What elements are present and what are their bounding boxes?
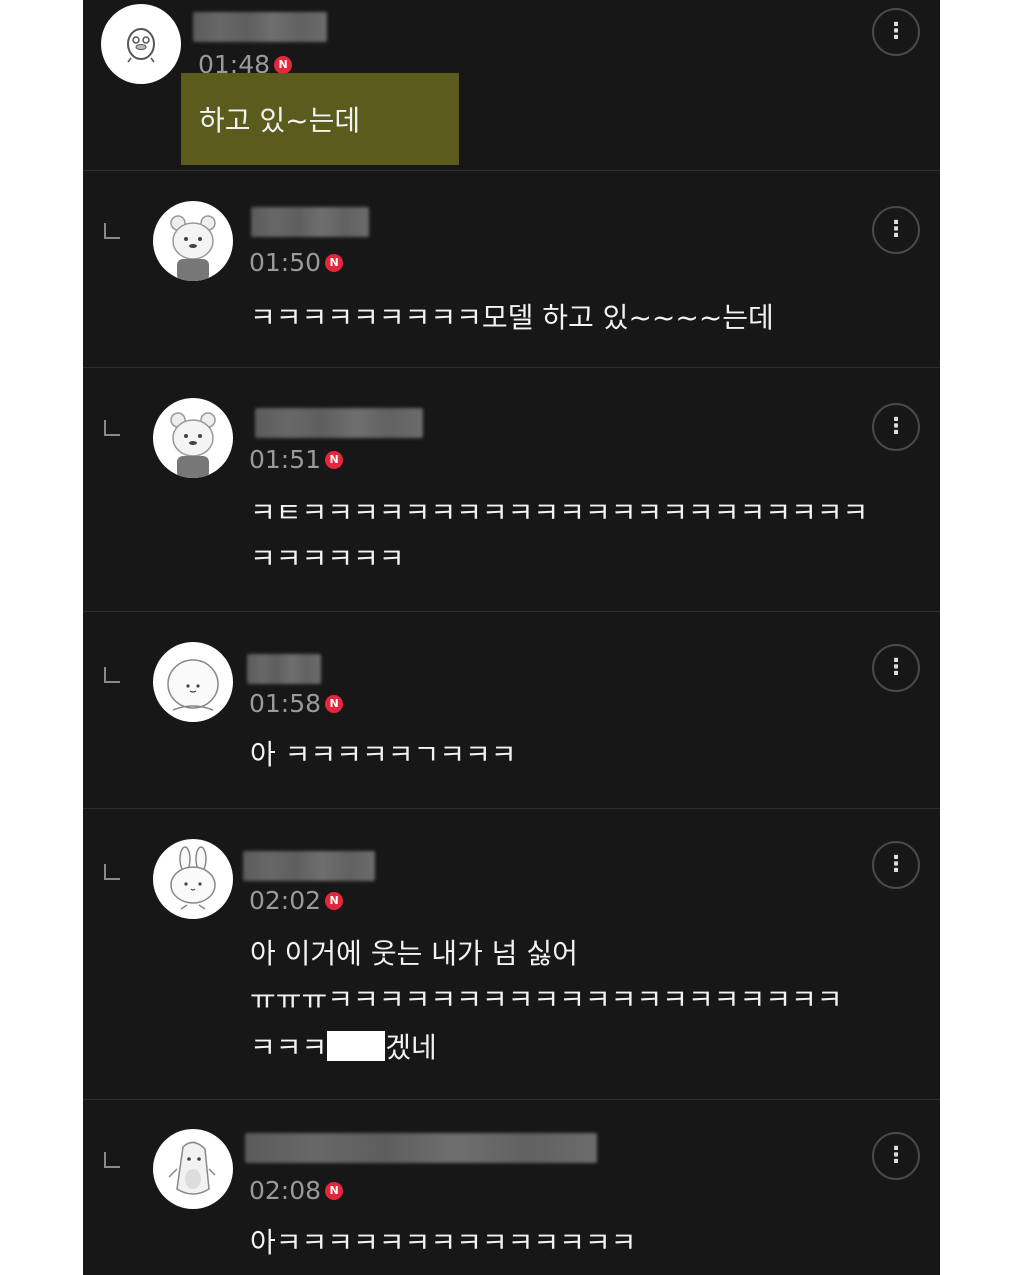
more-options-button[interactable]: ⋮	[872, 403, 920, 451]
comment-time: 01:50 N	[249, 248, 344, 277]
comment-text: ㅋㅋㅋㅋㅋㅋㅋㅋㅋ모델 하고 있~~~~는데	[250, 301, 774, 334]
more-options-button[interactable]: ⋮	[872, 8, 920, 56]
bear-avatar[interactable]	[153, 398, 233, 478]
new-badge-icon: N	[325, 253, 344, 272]
new-badge-icon: N	[325, 891, 344, 910]
time-label: 01:51	[249, 445, 322, 474]
comment-text-line: ㅋㅋㅋ 겠네	[250, 1025, 437, 1071]
penguin-avatar-image	[168, 1141, 216, 1195]
comment-item: 01:48 N 하고 있~는데 ⋮	[83, 0, 940, 170]
comment-time: 01:51 N	[249, 445, 344, 474]
round-face-avatar-image	[167, 659, 219, 711]
bear-avatar-image	[170, 412, 216, 478]
reply-indent-icon	[104, 420, 120, 436]
time-label: 02:02	[249, 886, 322, 915]
comment-text: 하고 있~는데	[199, 104, 361, 137]
more-options-button[interactable]: ⋮	[872, 841, 920, 889]
more-vertical-icon: ⋮	[885, 1143, 907, 1168]
more-vertical-icon: ⋮	[885, 655, 907, 680]
reply-item: 02:02 N 아 이거에 웃는 내가 넘 싫어 ㅠㅠㅠㅋㅋㅋㅋㅋㅋㅋㅋㅋㅋㅋㅋ…	[83, 809, 940, 1099]
new-badge-icon: N	[325, 694, 344, 713]
round-face-avatar[interactable]	[153, 642, 233, 722]
redaction-box	[327, 1031, 386, 1061]
bunny-avatar[interactable]	[153, 839, 233, 919]
comment-text-fragment: ㅋㅋㅋ	[250, 1031, 328, 1064]
reply-item: 01:51 N ㅋㅌㅋㅋㅋㅋㅋㅋㅋㅋㅋㅋㅋㅋㅋㅋㅋㅋㅋㅋㅋㅋㅋㅋ ㅋㅋㅋㅋㅋㅋ …	[83, 368, 940, 611]
duck-avatar-image	[127, 28, 155, 63]
bear-avatar-image	[170, 215, 216, 281]
penguin-avatar[interactable]	[153, 1129, 233, 1209]
new-badge-icon: N	[274, 55, 293, 74]
more-vertical-icon: ⋮	[885, 414, 907, 439]
author-name-redacted	[243, 851, 375, 881]
comment-text-line: 아 이거에 웃는 내가 넘 싫어	[250, 937, 578, 970]
new-badge-icon: N	[325, 450, 344, 469]
duck-avatar[interactable]	[101, 4, 181, 84]
comment-text: 아 ㅋㅋㅋㅋㅋㄱㅋㅋㅋ	[250, 738, 517, 771]
comment-text-fragment: 겠네	[385, 1031, 437, 1064]
bear-avatar[interactable]	[153, 201, 233, 281]
reply-item: 01:50 N ㅋㅋㅋㅋㅋㅋㅋㅋㅋ모델 하고 있~~~~는데 ⋮	[83, 171, 940, 367]
reply-indent-icon	[104, 667, 120, 683]
author-name-redacted	[251, 207, 369, 237]
reply-indent-icon	[104, 1152, 120, 1168]
reply-indent-icon	[104, 864, 120, 880]
reply-item: 02:08 N 아ㅋㅋㅋㅋㅋㅋㅋㅋㅋㅋㅋㅋㅋㅋ ⋮	[83, 1100, 940, 1275]
comment-text-line: ㅠㅠㅠㅋㅋㅋㅋㅋㅋㅋㅋㅋㅋㅋㅋㅋㅋㅋㅋㅋㅋㅋㅋ	[250, 983, 843, 1016]
comment-time: 01:58 N	[249, 689, 344, 718]
author-name-redacted	[255, 408, 423, 438]
more-options-button[interactable]: ⋮	[872, 1132, 920, 1180]
new-badge-icon: N	[325, 1181, 344, 1200]
time-label: 01:58	[249, 689, 322, 718]
more-options-button[interactable]: ⋮	[872, 206, 920, 254]
more-vertical-icon: ⋮	[885, 852, 907, 877]
comment-time: 02:02 N	[249, 886, 344, 915]
more-options-button[interactable]: ⋮	[872, 644, 920, 692]
more-vertical-icon: ⋮	[885, 19, 907, 44]
more-vertical-icon: ⋮	[885, 217, 907, 242]
comment-text-line: ㅋㅌㅋㅋㅋㅋㅋㅋㅋㅋㅋㅋㅋㅋㅋㅋㅋㅋㅋㅋㅋㅋㅋㅋ	[250, 496, 869, 529]
time-label: 01:50	[249, 248, 322, 277]
time-label: 02:08	[249, 1176, 322, 1205]
comment-time: 02:08 N	[249, 1176, 344, 1205]
bunny-avatar-image	[170, 846, 216, 910]
reply-indent-icon	[104, 223, 120, 239]
comment-text-line: ㅋㅋㅋㅋㅋㅋ	[250, 542, 405, 575]
reply-item: 01:58 N 아 ㅋㅋㅋㅋㅋㄱㅋㅋㅋ ⋮	[83, 612, 940, 808]
author-name-redacted	[245, 1133, 597, 1163]
author-name-redacted	[247, 654, 321, 684]
comment-text: 아ㅋㅋㅋㅋㅋㅋㅋㅋㅋㅋㅋㅋㅋㅋ	[250, 1226, 637, 1259]
author-name-redacted	[193, 12, 327, 42]
comment-panel: 01:48 N 하고 있~는데 ⋮ 01:50 N ㅋㅋㅋㅋㅋㅋㅋㅋㅋ모델 하고…	[83, 0, 940, 1275]
